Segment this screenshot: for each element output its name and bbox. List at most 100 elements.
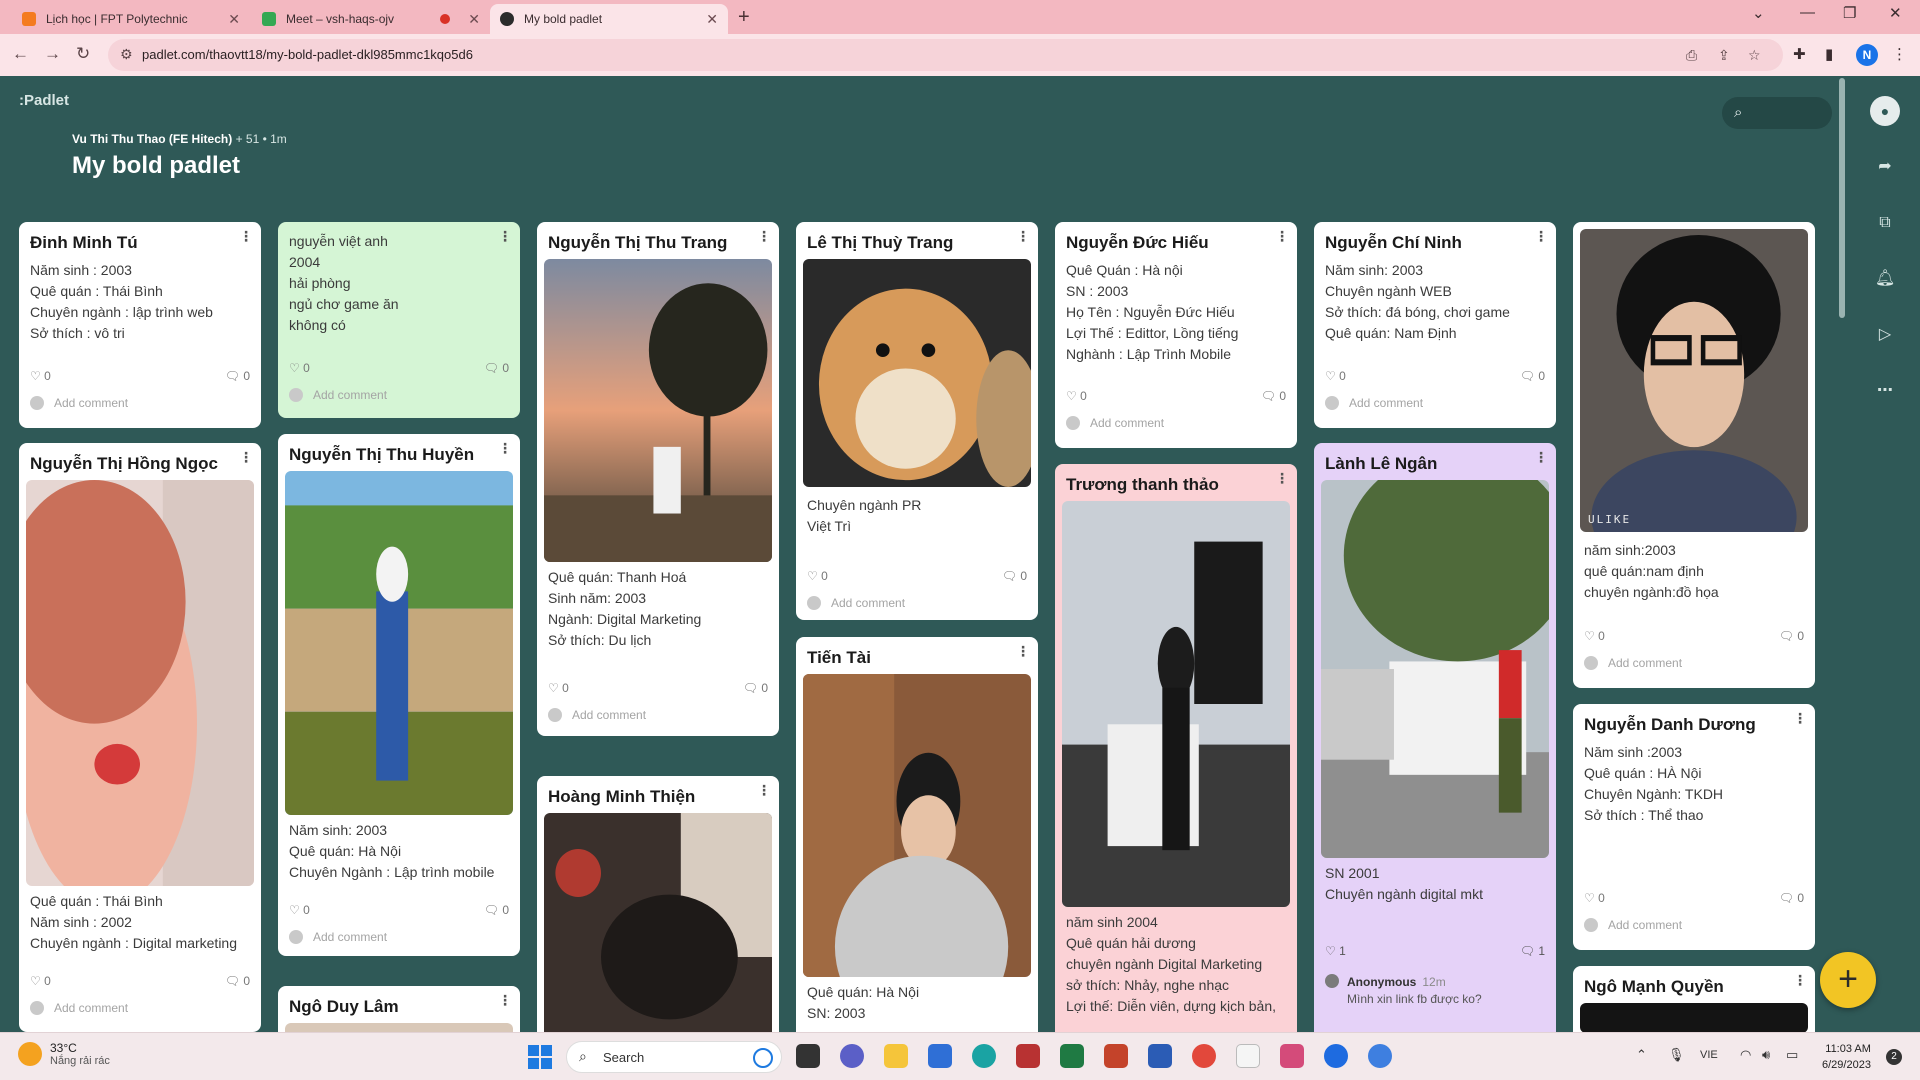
post-card[interactable]: ⋮ Nguyễn Chí Ninh Năm sinh: 2003 Chuyên …	[1314, 222, 1556, 428]
scrollbar-thumb[interactable]	[1839, 78, 1845, 318]
comment-count-button[interactable]: 🗨︎ 0	[1261, 389, 1286, 403]
post-photo[interactable]	[26, 480, 254, 886]
access-icon[interactable]	[1016, 1044, 1040, 1068]
reload-icon[interactable]: ↻	[76, 44, 90, 64]
comment-count-button[interactable]: 🗨︎ 0	[1520, 369, 1545, 383]
tab-meet[interactable]: Meet – vsh-haqs-ojv ✕	[252, 4, 490, 34]
like-button[interactable]: ♡ 0	[1584, 629, 1605, 643]
share-icon[interactable]: ⇪	[1718, 47, 1730, 64]
tab-lich-hoc[interactable]: Lịch học | FPT Polytechnic ✕	[12, 4, 250, 34]
close-window-icon[interactable]: ✕	[1889, 4, 1902, 22]
system-clock[interactable]: 11:03 AM 6/29/2023	[1822, 1041, 1871, 1073]
post-photo[interactable]	[285, 1023, 513, 1032]
add-comment-button[interactable]: Add comment	[289, 388, 387, 402]
post-card[interactable]: ⋮ Hoàng Minh Thiện	[537, 776, 779, 1032]
post-photo[interactable]	[803, 674, 1031, 977]
like-button[interactable]: ♡ 0	[30, 974, 51, 988]
like-button[interactable]: ♡ 0	[1584, 891, 1605, 905]
back-arrow-icon[interactable]: ←	[12, 44, 29, 64]
new-tab-button[interactable]: +	[738, 6, 750, 29]
post-photo[interactable]	[1062, 501, 1290, 907]
address-bar[interactable]: ⚙ padlet.com/thaovtt18/my-bold-padlet-dk…	[108, 39, 1783, 71]
chrome-profile-icon[interactable]	[1368, 1044, 1392, 1068]
post-card[interactable]: ⋮ Nguyễn Danh Dương Năm sinh :2003 Quê q…	[1573, 704, 1815, 950]
restore-icon[interactable]: ❐	[1843, 4, 1856, 22]
post-card[interactable]: ⋮ Lê Thị Thuỳ Trang Chuyên ngành PR Việt…	[796, 222, 1038, 620]
microphone-icon[interactable]: 🎙︎	[1668, 1047, 1685, 1063]
add-comment-button[interactable]: Add comment	[30, 396, 128, 410]
windows-start-icon[interactable]	[528, 1045, 552, 1069]
post-photo[interactable]	[803, 259, 1031, 487]
remake-icon[interactable]: ⧉	[1870, 208, 1900, 238]
install-app-icon[interactable]: ⎙	[1686, 47, 1697, 64]
post-card[interactable]: ⋮ Lành Lê Ngân SN 2001 Chuyên ngành digi…	[1314, 443, 1556, 1032]
excel-icon[interactable]	[1060, 1044, 1084, 1068]
post-card[interactable]: ⋮ Ngô Duy Lâm	[278, 986, 520, 1032]
post-photo[interactable]	[285, 471, 513, 815]
post-photo[interactable]: ULIKE	[1580, 229, 1808, 532]
add-comment-button[interactable]: Add comment	[1584, 656, 1682, 670]
add-comment-button[interactable]: Add comment	[807, 596, 905, 610]
minimize-icon[interactable]: —	[1800, 4, 1815, 21]
post-card[interactable]: ⋮ Nguyễn Thị Thu Huyền Năm sinh: 2003 Qu…	[278, 434, 520, 956]
language-indicator[interactable]: VIE	[1700, 1049, 1718, 1061]
weather-widget[interactable]: 33°C Nắng rải rác	[18, 1041, 110, 1067]
edge-icon[interactable]	[972, 1044, 996, 1068]
post-card[interactable]: ⋮ Nguyễn Thị Thu Trang Quê quán: Thanh H…	[537, 222, 779, 736]
post-menu-icon[interactable]: ⋮	[1793, 711, 1807, 725]
post-photo[interactable]	[1321, 480, 1549, 858]
comment-count-button[interactable]: 🗨︎ 0	[484, 361, 509, 375]
post-menu-icon[interactable]: ⋮	[239, 229, 253, 243]
comment-count-button[interactable]: 🗨︎ 0	[484, 903, 509, 917]
bookmark-star-icon[interactable]: ☆	[1748, 47, 1761, 64]
wifi-icon[interactable]: ◠	[1740, 1047, 1751, 1063]
board-search-button[interactable]: ⌕	[1722, 97, 1832, 129]
notepad-icon[interactable]	[1236, 1044, 1260, 1068]
slideshow-play-icon[interactable]: ▷	[1870, 320, 1900, 350]
comment-count-button[interactable]: 🗨︎ 0	[743, 681, 768, 695]
post-photo[interactable]	[544, 813, 772, 1032]
tab-my-bold-padlet[interactable]: My bold padlet ✕	[490, 4, 728, 34]
post-menu-icon[interactable]: ⋮	[1275, 471, 1289, 485]
close-tab-icon[interactable]: ✕	[228, 11, 240, 28]
chrome-menu-icon[interactable]: ⋮	[1892, 45, 1907, 63]
close-tab-icon[interactable]: ✕	[706, 11, 718, 28]
side-panel-icon[interactable]: ▮	[1825, 45, 1833, 63]
add-comment-button[interactable]: Add comment	[1584, 918, 1682, 932]
site-info-icon[interactable]: ⚙	[120, 46, 133, 63]
post-card[interactable]: ⋮ nguyễn việt anh 2004 hải phòng ngủ chơ…	[278, 222, 520, 418]
show-hidden-icons-chevron[interactable]: ⌃	[1636, 1047, 1647, 1063]
user-avatar[interactable]: ●	[1870, 96, 1900, 126]
comment-count-button[interactable]: 🗨︎ 0	[1779, 629, 1804, 643]
add-comment-button[interactable]: Add comment	[1066, 416, 1164, 430]
comment-count-button[interactable]: 🗨︎ 1	[1520, 944, 1545, 958]
post-card[interactable]: ⋮ ULIKE năm sinh:2003 quê quán:nam định …	[1573, 222, 1815, 688]
comment-count-button[interactable]: 🗨︎ 0	[1002, 569, 1027, 583]
like-button[interactable]: ♡ 1	[1325, 944, 1346, 958]
author-name[interactable]: Vu Thi Thu Thao (FE Hitech)	[72, 132, 232, 146]
share-arrow-icon[interactable]: ➦	[1870, 152, 1900, 182]
photos-icon[interactable]	[1280, 1044, 1304, 1068]
volume-icon[interactable]: 🔊︎	[1762, 1047, 1770, 1063]
chrome-icon[interactable]	[1192, 1044, 1216, 1068]
profile-avatar[interactable]: N	[1856, 44, 1878, 66]
extensions-icon[interactable]: ✚	[1793, 45, 1806, 63]
post-card[interactable]: ⋮ Nguyễn Đức Hiếu Quê Quán : Hà nội SN :…	[1055, 222, 1297, 448]
board-scrollbar[interactable]	[1836, 76, 1848, 1032]
like-button[interactable]: ♡ 0	[289, 903, 310, 917]
bell-icon[interactable]: 🔔︎	[1870, 264, 1900, 294]
like-button[interactable]: ♡ 0	[289, 361, 310, 375]
post-menu-icon[interactable]: ⋮	[498, 229, 512, 243]
post-card[interactable]: ⋮ Trương thanh thảo năm sinh 2004 Quê qu…	[1055, 464, 1297, 1032]
powerpoint-icon[interactable]	[1104, 1044, 1128, 1068]
add-comment-button[interactable]: Add comment	[30, 1001, 128, 1015]
comment-count-button[interactable]: 🗨︎ 0	[225, 974, 250, 988]
like-button[interactable]: ♡ 0	[548, 681, 569, 695]
comment-count-button[interactable]: 🗨︎ 0	[225, 369, 250, 383]
add-post-button[interactable]: +	[1820, 952, 1876, 1008]
forward-arrow-icon[interactable]: →	[44, 44, 61, 64]
like-button[interactable]: ♡ 0	[1325, 369, 1346, 383]
post-menu-icon[interactable]: ⋮	[239, 450, 253, 464]
close-tab-icon[interactable]: ✕	[468, 11, 480, 28]
zalo-icon[interactable]	[1324, 1044, 1348, 1068]
